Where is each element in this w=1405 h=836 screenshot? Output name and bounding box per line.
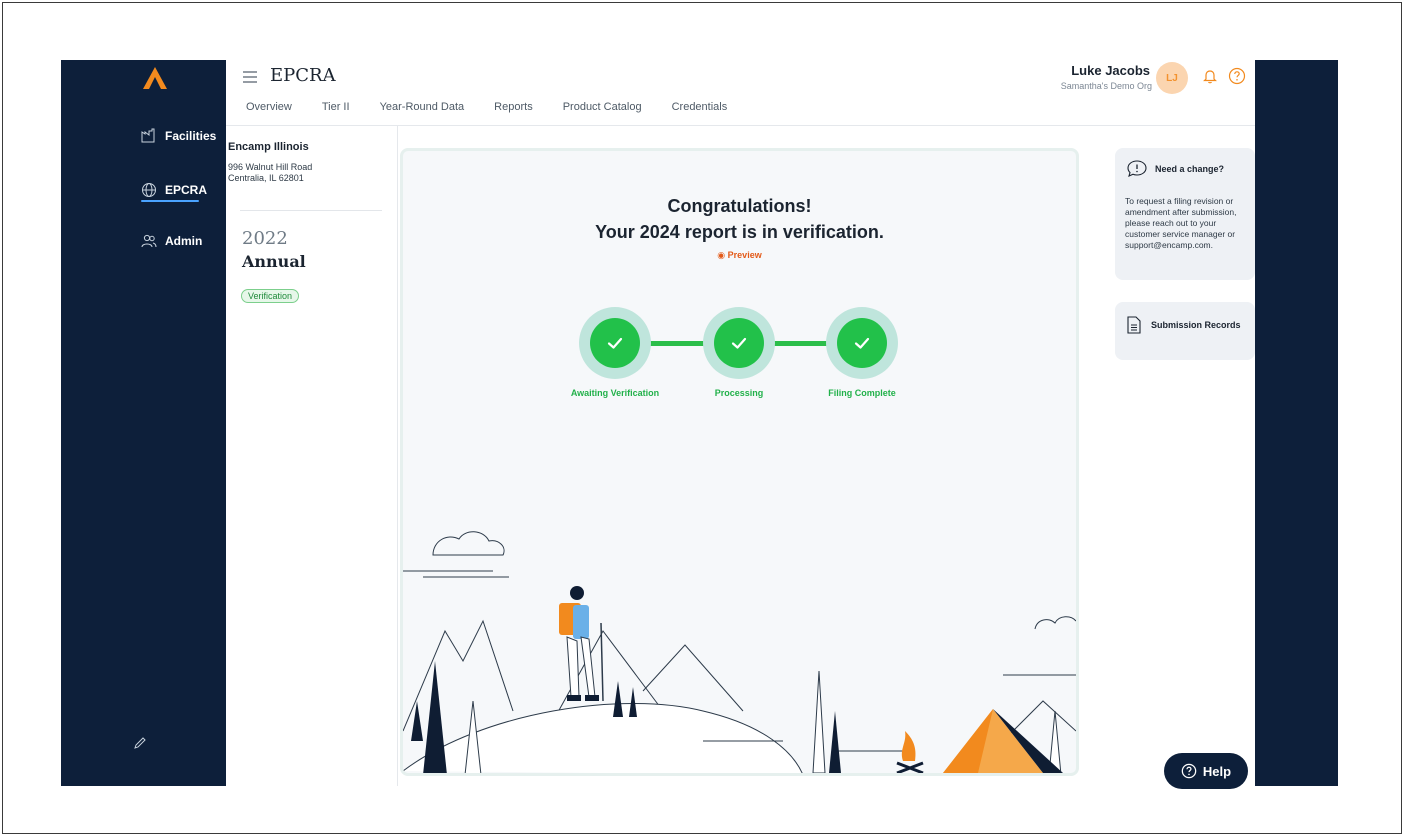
app-title: EPCRA xyxy=(270,65,336,86)
report-year: 2022 xyxy=(242,228,288,249)
user-org: Samantha's Demo Org xyxy=(1060,81,1152,91)
preview-label: Preview xyxy=(727,250,762,260)
facility-address: 996 Walnut Hill Road Centralia, IL 62801 xyxy=(228,162,313,183)
tab-year-round-data[interactable]: Year-Round Data xyxy=(380,101,465,113)
help-label: Help xyxy=(1202,763,1232,779)
tab-reports[interactable]: Reports xyxy=(494,101,533,113)
hamburger-menu-icon[interactable] xyxy=(242,70,258,84)
hiker-mountain-illustration xyxy=(403,531,1076,773)
sidebar-item-admin[interactable]: Admin xyxy=(141,233,202,249)
main-content: EPCRA Overview Tier II Year-Round Data R… xyxy=(226,60,1255,786)
tab-product-catalog[interactable]: Product Catalog xyxy=(563,101,642,113)
need-change-title: Need a change? xyxy=(1155,164,1225,174)
tab-credentials[interactable]: Credentials xyxy=(672,101,728,113)
sidebar-item-facilities[interactable]: Facilities xyxy=(141,128,216,144)
pencil-icon[interactable] xyxy=(133,736,147,750)
submission-records-title: Submission Records xyxy=(1151,320,1241,330)
bell-icon[interactable] xyxy=(1202,68,1218,84)
right-gutter xyxy=(1255,60,1338,786)
sidebar: Facilities EPCRA Admin xyxy=(61,60,226,786)
document-icon xyxy=(1127,316,1141,334)
tab-tier-ii[interactable]: Tier II xyxy=(322,101,350,113)
help-circle-icon xyxy=(1181,763,1197,779)
step-label: Awaiting Verification xyxy=(570,388,660,398)
congrats-heading: Congratulations! Your 2024 report is in … xyxy=(403,193,1076,245)
verification-card: Congratulations! Your 2024 report is in … xyxy=(400,148,1079,776)
progress-stepper: Awaiting Verification Processing Filing … xyxy=(403,305,1076,425)
globe-icon xyxy=(142,183,156,197)
congrats-line-2: Your 2024 report is in verification. xyxy=(595,222,884,242)
check-icon xyxy=(731,337,747,349)
factory-icon xyxy=(141,128,155,143)
report-type: Annual xyxy=(242,252,306,271)
encamp-logo-icon[interactable] xyxy=(141,65,169,91)
avatar[interactable]: LJ xyxy=(1156,62,1188,94)
active-indicator xyxy=(141,200,199,202)
sidebar-item-label: EPCRA xyxy=(165,183,208,197)
tab-overview[interactable]: Overview xyxy=(246,101,292,113)
check-icon xyxy=(607,337,623,349)
step-awaiting-verification xyxy=(579,307,651,379)
tab-bar: Overview Tier II Year-Round Data Reports… xyxy=(246,101,727,113)
sidebar-item-label: Facilities xyxy=(165,129,217,143)
need-change-card: Need a change? To request a filing revis… xyxy=(1115,148,1255,280)
sidebar-item-label: Admin xyxy=(165,234,203,248)
top-bar: EPCRA Overview Tier II Year-Round Data R… xyxy=(226,60,1255,126)
sidebar-item-epcra[interactable]: EPCRA xyxy=(141,182,207,198)
users-icon xyxy=(141,234,157,248)
eye-icon: ◉ xyxy=(717,250,726,260)
step-label: Processing xyxy=(714,388,764,398)
preview-link[interactable]: ◉ Preview xyxy=(403,250,1076,261)
help-button[interactable]: Help xyxy=(1164,753,1248,789)
need-change-text: To request a filing revision or amendmen… xyxy=(1125,196,1237,250)
user-name[interactable]: Luke Jacobs xyxy=(1071,63,1150,78)
step-processing xyxy=(703,307,775,379)
step-filing-complete xyxy=(826,307,898,379)
help-circle-icon[interactable] xyxy=(1228,67,1246,85)
congrats-line-1: Congratulations! xyxy=(667,196,812,216)
check-icon xyxy=(854,337,870,349)
facility-name: Encamp Illinois xyxy=(228,141,309,153)
divider xyxy=(240,210,382,211)
submission-records-card[interactable]: Submission Records xyxy=(1115,302,1255,360)
message-alert-icon xyxy=(1127,160,1147,177)
status-badge: Verification xyxy=(241,289,300,303)
facility-panel: Encamp Illinois 996 Walnut Hill Road Cen… xyxy=(226,126,398,786)
step-label: Filing Complete xyxy=(828,388,896,398)
